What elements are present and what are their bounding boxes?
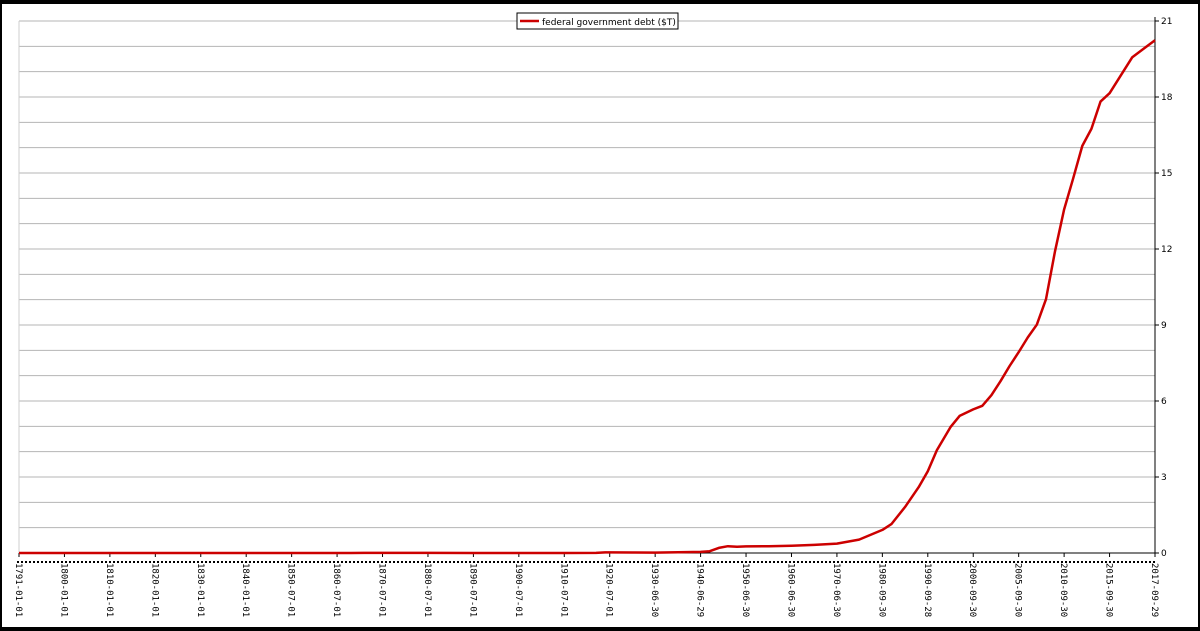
x-tick-label: 1820-01-01 [149, 563, 159, 617]
x-tick-label: 1960-06-30 [785, 563, 795, 617]
x-tick-label: 1920-07-01 [604, 563, 614, 617]
x-tick-label: 1970-06-30 [831, 563, 841, 617]
x-tick-label: 1791-01-01 [13, 563, 23, 617]
x-tick-label: 1850-07-01 [286, 563, 296, 617]
legend: federal government debt ($T) [516, 12, 679, 30]
debt-line-chart: 0 3 6 9 12 15 18 21 1791-01-01 1800-01-01 1810-01… [13, 12, 1173, 617]
y-tick-label: 9 [1161, 321, 1167, 331]
y-tick-label: 6 [1161, 397, 1167, 407]
x-tick-label: 1930-06-30 [649, 563, 659, 617]
x-tick-label: 1860-07-01 [331, 563, 341, 617]
x-tick-label: 2017-09-29 [1149, 563, 1159, 617]
y-tick-label: 15 [1161, 169, 1172, 179]
x-tick-label: 2015-09-30 [1104, 563, 1114, 617]
x-tick-label: 2000-09-30 [967, 563, 977, 617]
x-tick-label: 2010-09-30 [1058, 563, 1068, 617]
plot-area [18, 39, 1156, 555]
y-tick-label: 0 [1161, 549, 1167, 559]
y-axis: 0 3 6 9 12 15 18 21 [1155, 17, 1173, 559]
x-tick-label: 1910-07-01 [558, 563, 568, 617]
x-tick-label: 1940-06-29 [695, 563, 705, 617]
x-tick-label: 1900-07-01 [513, 563, 523, 617]
x-tick-label: 1990-09-28 [922, 563, 932, 617]
gridlines [17, 17, 1157, 563]
x-tick-label: 1840-01-01 [240, 563, 250, 617]
y-tick-label: 21 [1161, 17, 1172, 27]
y-tick-label: 12 [1161, 245, 1172, 255]
x-tick-label: 1950-06-30 [740, 563, 750, 617]
x-tick-label: 1890-07-01 [467, 563, 477, 617]
chart-frame: 0 3 6 9 12 15 18 21 1791-01-01 1800-01-01 1810-01… [0, 4, 1200, 629]
x-tick-label: 1800-01-01 [58, 563, 68, 617]
x-tick-label: 1810-01-01 [104, 563, 114, 617]
x-tick-label: 1870-07-01 [377, 563, 387, 617]
x-tick-label: 1880-07-01 [422, 563, 432, 617]
series-line-federal-debt [19, 39, 1156, 555]
x-tick-label: 1980-09-30 [876, 563, 886, 617]
x-tick-label: 2005-09-30 [1013, 563, 1023, 617]
y-tick-label: 3 [1161, 473, 1167, 483]
x-tick-label: 1830-01-01 [195, 563, 205, 617]
legend-label: federal government debt ($T) [542, 18, 676, 28]
y-tick-label: 18 [1161, 93, 1173, 103]
